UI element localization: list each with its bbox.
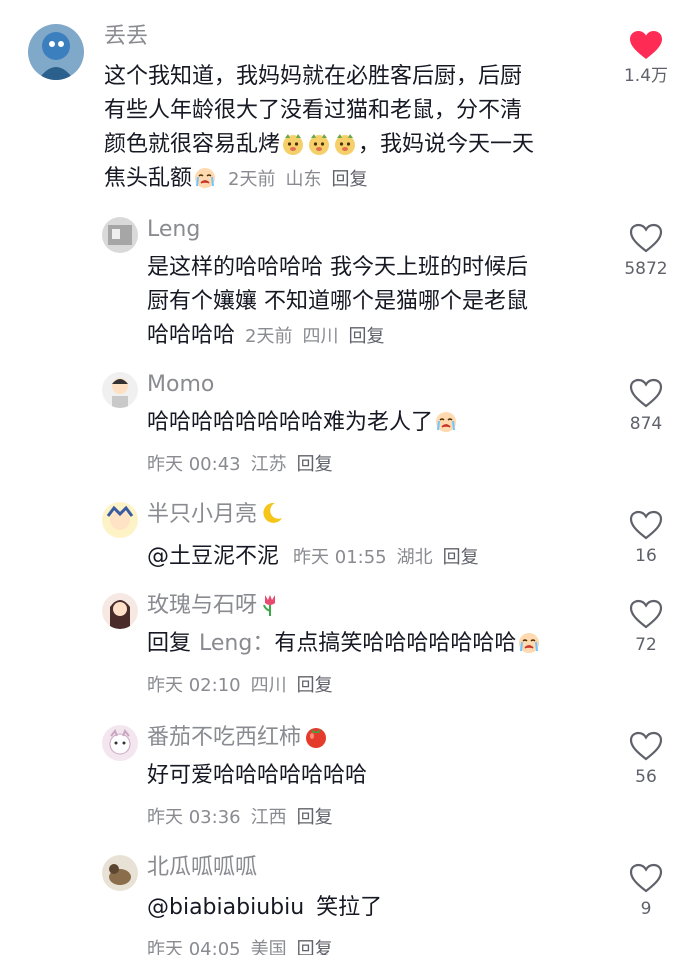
avatar[interactable] — [102, 593, 138, 629]
comment-text: 哈哈哈哈哈哈哈哈难为老人了 — [147, 406, 607, 440]
comment-time: 昨天 00:43 — [147, 454, 241, 475]
heart-icon — [629, 731, 663, 761]
comment-location: 江苏 — [250, 454, 287, 475]
comment-time: 2天前 — [228, 169, 276, 190]
like-button[interactable]: 56 — [616, 731, 676, 787]
like-button[interactable]: 5872 — [616, 223, 676, 279]
reply-button[interactable]: 回复 — [443, 547, 479, 568]
dog-face-emoji — [307, 132, 331, 156]
comment-username[interactable]: 半只小月亮 — [147, 500, 285, 530]
tulip-icon — [259, 591, 281, 617]
reply-label: 回复 — [147, 631, 192, 656]
avatar[interactable] — [102, 502, 138, 538]
comment-time: 昨天 03:36 — [147, 807, 241, 828]
dog-face-emoji — [333, 132, 357, 156]
avatar[interactable] — [102, 217, 138, 253]
comment-username[interactable]: 番茄不吃西红柿 — [147, 723, 329, 753]
mention-link[interactable]: @土豆泥不泥 — [147, 544, 279, 569]
comment-item: 丢丢 这个我知道，我妈妈就在必胜客后厨，后厨 有些人年龄很大了没看过猫和老鼠，分… — [0, 0, 690, 205]
heart-icon — [629, 223, 663, 253]
reply-button[interactable]: 回复 — [297, 807, 333, 828]
heart-icon — [629, 510, 663, 540]
comment-location: 四川 — [250, 675, 287, 696]
like-count: 56 — [635, 767, 657, 787]
reply-to-user[interactable]: Leng — [199, 631, 252, 656]
heart-icon — [629, 378, 663, 408]
comment-location: 江西 — [250, 807, 287, 828]
comment-text: 好可爱哈哈哈哈哈哈哈 — [147, 763, 368, 788]
avatar[interactable] — [102, 855, 138, 891]
comment-text: @土豆泥不泥 昨天 01:55 湖北 回复 — [147, 540, 607, 575]
reply-button[interactable]: 回复 — [297, 454, 333, 475]
avatar[interactable] — [28, 24, 84, 80]
comment-text: 是这样的哈哈哈哈 我今天上班的时候后 厨有个孃孃 不知道哪个是猫哪个是老鼠 哈哈… — [147, 255, 528, 348]
crying-face-emoji — [434, 410, 458, 434]
comment-text: 回复 Leng：有点搞笑哈哈哈哈哈哈哈 — [147, 627, 617, 661]
like-button[interactable]: 874 — [616, 378, 676, 434]
comment-item: 番茄不吃西红柿 好可爱哈哈哈哈哈哈哈 昨天 03:36 江西 回复 56 — [0, 715, 690, 845]
comment-username[interactable]: Leng — [147, 215, 200, 245]
heart-icon — [629, 599, 663, 629]
like-count: 72 — [635, 635, 657, 655]
comment-username[interactable]: 北瓜呱呱呱 — [147, 853, 257, 883]
like-button[interactable]: 9 — [616, 863, 676, 919]
comment-item: 北瓜呱呱呱 @biabiabiubiu 笑拉了 昨天 04:05 美国 回复 9 — [0, 845, 690, 955]
reply-colon: ： — [252, 631, 275, 656]
like-count: 5872 — [624, 259, 668, 279]
comment-item: 玫瑰与石呀 回复 Leng：有点搞笑哈哈哈哈哈哈哈 昨天 02:10 四川 回复 72 — [0, 585, 690, 715]
mention-link[interactable]: @biabiabiubiu — [147, 895, 304, 920]
crying-face-emoji — [193, 166, 217, 190]
dog-face-emoji — [281, 132, 305, 156]
comment-text: @biabiabiubiu 笑拉了 — [147, 895, 383, 920]
comment-time: 昨天 04:05 — [147, 939, 241, 955]
comment-time: 昨天 02:10 — [147, 675, 241, 696]
comment-item: 半只小月亮 @土豆泥不泥 昨天 01:55 湖北 回复 16 — [0, 490, 690, 585]
comment-username[interactable]: Momo — [147, 370, 214, 400]
like-button[interactable]: 1.4万 — [616, 30, 676, 86]
crescent-moon-icon — [259, 500, 285, 526]
comment-item: Momo 哈哈哈哈哈哈哈哈难为老人了 昨天 00:43 江苏 回复 874 — [0, 360, 690, 490]
comment-time: 昨天 01:55 — [293, 547, 387, 568]
reply-button[interactable]: 回复 — [297, 939, 333, 955]
avatar[interactable] — [102, 372, 138, 408]
comment-item: Leng 是这样的哈哈哈哈 我今天上班的时候后 厨有个孃孃 不知道哪个是猫哪个是… — [0, 205, 690, 360]
comment-text: 这个我知道，我妈妈就在必胜客后厨，后厨 有些人年龄很大了没看过猫和老鼠，分不清 … — [104, 64, 535, 191]
like-count: 9 — [640, 899, 652, 919]
comment-username[interactable]: 丢丢 — [104, 22, 148, 52]
reply-button[interactable]: 回复 — [297, 675, 333, 696]
reply-button[interactable]: 回复 — [331, 169, 367, 190]
avatar[interactable] — [102, 725, 138, 761]
comment-username[interactable]: 玫瑰与石呀 — [147, 591, 281, 621]
tomato-icon — [303, 723, 329, 749]
like-count: 16 — [635, 546, 657, 566]
reply-button[interactable]: 回复 — [348, 326, 384, 347]
heart-filled-icon — [630, 31, 662, 59]
like-button[interactable]: 16 — [616, 510, 676, 566]
like-count: 874 — [629, 414, 663, 434]
like-count: 1.4万 — [623, 66, 669, 86]
comment-time: 2天前 — [245, 326, 293, 347]
comment-location: 四川 — [302, 326, 339, 347]
comment-location: 湖北 — [396, 547, 433, 568]
heart-icon — [629, 863, 663, 893]
crying-face-emoji — [517, 631, 541, 655]
comment-location: 山东 — [285, 169, 322, 190]
comment-location: 美国 — [250, 939, 287, 955]
like-button[interactable]: 72 — [616, 599, 676, 655]
